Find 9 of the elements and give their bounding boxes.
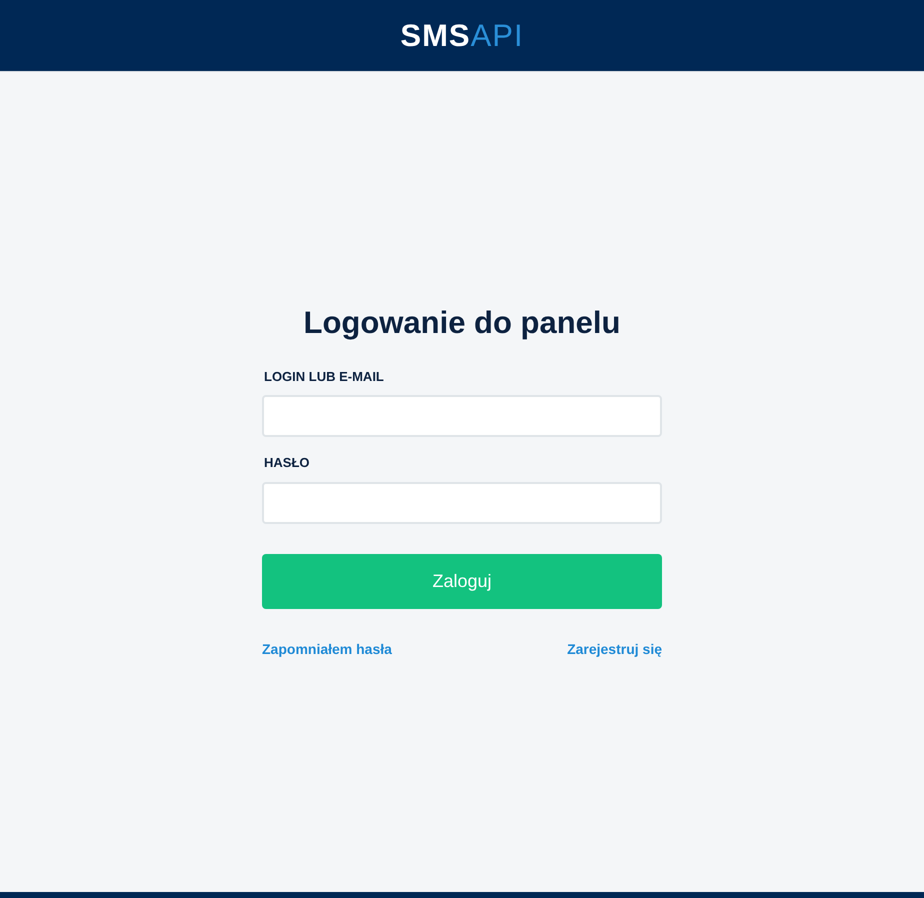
field-label: HASŁO <box>264 454 310 472</box>
logo[interactable]: SMSAPI <box>400 20 524 51</box>
field-label: LOGIN LUB E-MAIL <box>264 368 385 386</box>
login-button[interactable]: Zaloguj <box>262 554 662 608</box>
page-title: Logowanie do panelu <box>304 304 620 342</box>
forgot-password-link[interactable]: Zapomniałem hasła <box>262 638 392 660</box>
login-field[interactable] <box>262 395 662 437</box>
password-field[interactable] <box>262 482 662 524</box>
register-link[interactable]: Zarejestruj się <box>567 638 662 660</box>
